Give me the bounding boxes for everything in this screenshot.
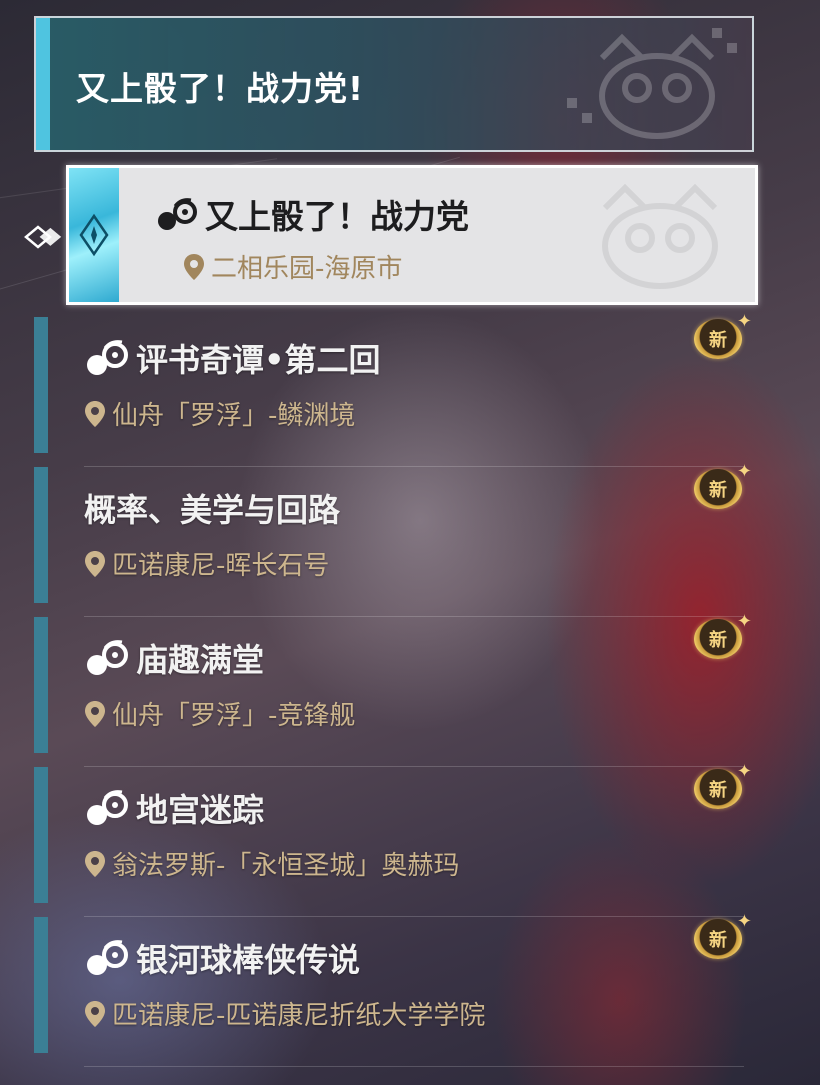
quest-list-item[interactable]: 概率、美学与回路匹诺康尼-晖长石号 新 ✦ — [34, 461, 754, 617]
quest-title-text: 评书奇谭•第二回 — [136, 341, 381, 379]
new-badge: 新 ✦ — [694, 311, 752, 363]
quest-location: 匹诺康尼-匹诺康尼折纸大学学院 — [84, 995, 485, 1032]
location-pin-icon — [85, 1000, 105, 1027]
quest-title: 银河球棒侠传说 — [84, 935, 360, 981]
location-text: 仙舟「罗浮」-鳞渊境 — [112, 401, 356, 431]
quest-location: 匹诺康尼-晖长石号 — [84, 545, 329, 582]
quest-title: 地宫迷踪 — [84, 785, 264, 831]
location-pin-icon — [85, 700, 105, 727]
selected-quest-location: 二相乐园-海原市 — [183, 248, 402, 285]
location-pin-icon — [184, 253, 204, 280]
location-pin-icon — [85, 850, 105, 877]
header-accent-bar — [36, 18, 50, 150]
quest-list-item[interactable]: 银河球棒侠传说匹诺康尼-匹诺康尼折纸大学学院 新 ✦ — [34, 911, 754, 1067]
quest-title-text: 概率、美学与回路 — [84, 491, 341, 529]
sparkle-icon: ✦ — [736, 761, 752, 782]
new-badge-bubble: 新 — [694, 469, 742, 509]
quest-header: 又上骰了！战力党! — [34, 16, 754, 152]
quest-title-text: 银河球棒侠传说 — [136, 941, 361, 979]
location-pin-icon — [85, 550, 105, 577]
sparkle-icon: ✦ — [736, 311, 752, 332]
sparkle-icon: ✦ — [736, 911, 752, 932]
new-badge-bubble: 新 — [694, 919, 742, 959]
new-badge-bubble: 新 — [694, 319, 742, 359]
new-badge: 新 ✦ — [694, 761, 752, 813]
location-text: 二相乐园-海原市 — [211, 254, 403, 284]
mascot-emblem-icon — [567, 28, 737, 139]
dice-quest-icon — [158, 198, 197, 230]
mascot-emblem-icon — [602, 183, 718, 289]
dice-quest-icon — [87, 640, 128, 675]
quest-list-item[interactable]: 评书奇谭•第二回仙舟「罗浮」-鳞渊境 新 ✦ — [34, 311, 754, 467]
location-text: 仙舟「罗浮」-竞锋舰 — [112, 701, 356, 731]
new-badge: 新 ✦ — [694, 461, 752, 513]
quest-item-bar — [34, 917, 48, 1053]
quest-location: 翁法罗斯-「永恒圣城」奥赫玛 — [84, 845, 459, 882]
quest-title: 评书奇谭•第二回 — [84, 335, 380, 381]
selection-pointer-icon — [24, 225, 62, 249]
location-text: 匹诺康尼-晖长石号 — [112, 551, 330, 581]
divider — [84, 1066, 744, 1067]
new-badge: 新 ✦ — [694, 611, 752, 663]
quest-crystal-marker — [69, 168, 119, 302]
quest-item-bar — [34, 317, 48, 453]
selected-quest-item[interactable]: 又上骰了！战力党 二相乐园-海原市 — [66, 165, 758, 305]
header-title: 又上骰了！战力党! — [76, 69, 365, 108]
quest-location: 仙舟「罗浮」-鳞渊境 — [84, 395, 355, 432]
new-badge: 新 ✦ — [694, 911, 752, 963]
quest-title-text: 庙趣满堂 — [136, 641, 265, 679]
quest-item-bar — [34, 467, 48, 603]
dice-quest-icon — [87, 790, 128, 825]
dice-quest-icon — [87, 940, 128, 975]
quest-location: 仙舟「罗浮」-竞锋舰 — [84, 695, 355, 732]
new-badge-bubble: 新 — [694, 769, 742, 809]
quest-title: 庙趣满堂 — [84, 635, 264, 681]
dice-quest-icon — [87, 340, 128, 375]
location-text: 匹诺康尼-匹诺康尼折纸大学学院 — [112, 1001, 486, 1031]
quest-title: 概率、美学与回路 — [84, 485, 340, 531]
quest-list-item[interactable]: 地宫迷踪翁法罗斯-「永恒圣城」奥赫玛 新 ✦ — [34, 761, 754, 917]
quest-list-item[interactable]: 庙趣满堂仙舟「罗浮」-竞锋舰 新 ✦ — [34, 611, 754, 767]
quest-item-bar — [34, 767, 48, 903]
sparkle-icon: ✦ — [736, 611, 752, 632]
sparkle-icon: ✦ — [736, 461, 752, 482]
quest-item-bar — [34, 617, 48, 753]
quest-title-text: 地宫迷踪 — [136, 791, 265, 829]
selected-quest-title: 又上骰了！战力党 — [205, 197, 469, 236]
location-text: 翁法罗斯-「永恒圣城」奥赫玛 — [112, 851, 460, 881]
location-pin-icon — [85, 400, 105, 427]
new-badge-bubble: 新 — [694, 619, 742, 659]
diamond-star-icon — [79, 213, 109, 257]
